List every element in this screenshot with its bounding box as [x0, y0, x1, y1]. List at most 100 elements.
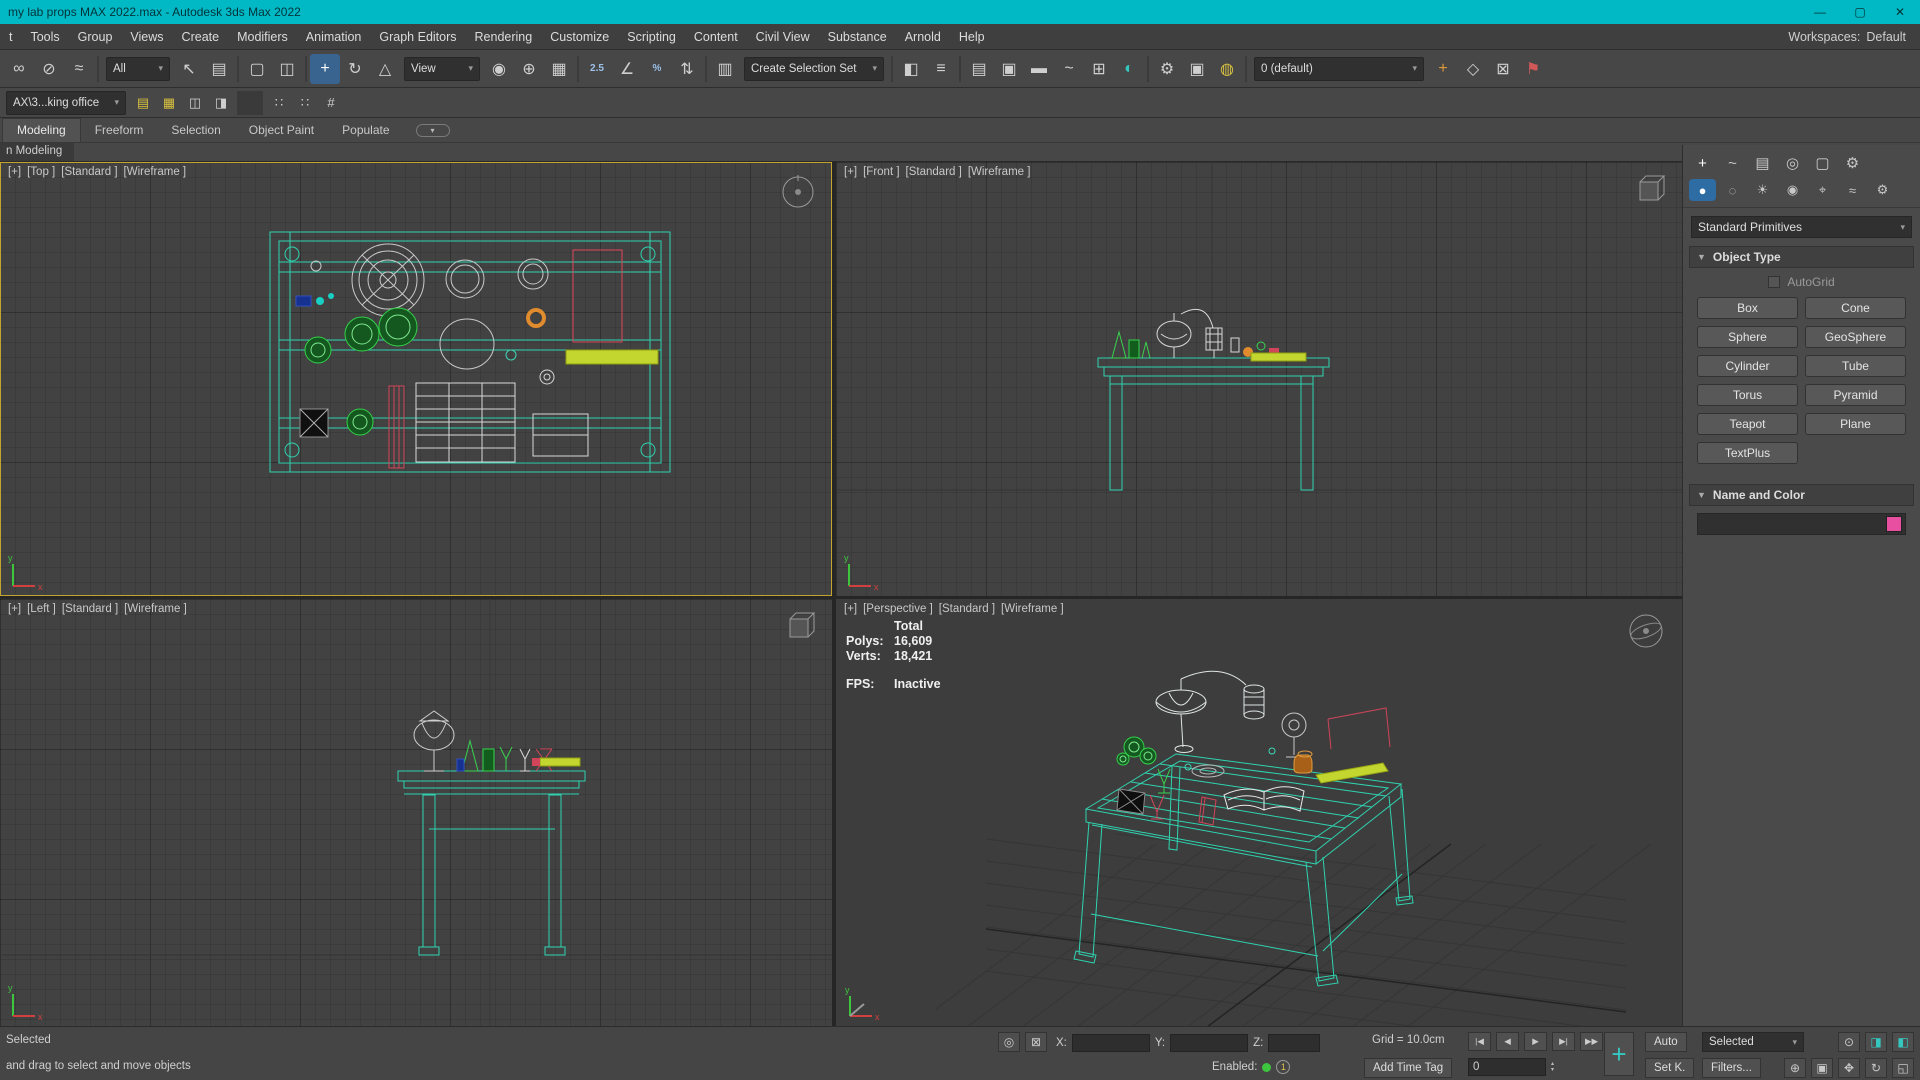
ribbon-tab-selection[interactable]: Selection [157, 119, 234, 142]
set-key-plus-button[interactable]: + [1604, 1032, 1634, 1076]
dot-grid-icon[interactable]: ∷ [292, 91, 318, 115]
menu-civil-view[interactable]: Civil View [747, 26, 819, 48]
teapot-button[interactable]: Teapot [1697, 413, 1798, 435]
selection-filter-dropdown[interactable]: All ▾ [106, 56, 170, 81]
select-by-name-icon[interactable]: ▤ [204, 54, 234, 84]
toolbar-separator[interactable] [1245, 55, 1247, 82]
play-button[interactable]: ▶ [1524, 1032, 1547, 1051]
mirror-icon[interactable]: ◧ [896, 54, 926, 84]
polygon-modeling-panel-tab[interactable]: n Modeling [0, 143, 75, 161]
spacewarps-category-icon[interactable]: ≈ [1839, 179, 1866, 201]
unlink-selection-icon[interactable]: ⊘ [34, 54, 64, 84]
ribbon-minimize-button[interactable]: ▾ [415, 124, 450, 137]
go-start-button[interactable]: |◀ [1468, 1032, 1491, 1051]
frame-spinner[interactable]: ▴ ▾ [1551, 1061, 1554, 1073]
isolate-selection-icon[interactable]: ◎ [998, 1032, 1020, 1052]
reference-coordsys-dropdown[interactable]: View ▾ [404, 56, 480, 81]
key-filters-button[interactable]: Filters... [1702, 1058, 1761, 1078]
cameras-category-icon[interactable]: ◉ [1779, 179, 1806, 201]
motion-tab-icon[interactable]: ◎ [1779, 151, 1806, 175]
render-production-icon[interactable]: ◍ [1212, 54, 1242, 84]
viewport-menu-plus[interactable]: [+] [844, 603, 857, 615]
zoom-icon[interactable]: ⊕ [1784, 1058, 1806, 1078]
geosphere-button[interactable]: GeoSphere [1805, 326, 1906, 348]
selection-set-dropdown[interactable]: Create Selection Set ▾ [744, 56, 884, 81]
schematic-view-icon[interactable]: ⊞ [1084, 54, 1114, 84]
maximize-viewport-icon[interactable]: ◱ [1892, 1058, 1914, 1078]
spinner-snap-icon[interactable]: ⇅ [672, 54, 702, 84]
orbit-icon[interactable]: ↻ [1865, 1058, 1887, 1078]
torus-button[interactable]: Torus [1697, 384, 1798, 406]
grid-points-icon[interactable]: ∷ [266, 91, 292, 115]
menu-substance[interactable]: Substance [819, 26, 896, 48]
object-name-field[interactable] [1697, 513, 1906, 535]
prev-frame-button[interactable]: ◀ [1496, 1032, 1519, 1051]
display-tab-icon[interactable]: ▢ [1809, 151, 1836, 175]
box-button[interactable]: Box [1697, 297, 1798, 319]
menu-rendering[interactable]: Rendering [466, 26, 542, 48]
viewport-menu-plus[interactable]: [+] [8, 603, 21, 615]
menu-arnold[interactable]: Arnold [896, 26, 950, 48]
systems-category-icon[interactable]: ⚙ [1869, 179, 1896, 201]
viewport-menu-style[interactable]: [Wireframe ] [124, 603, 187, 615]
plane-button[interactable]: Plane [1805, 413, 1906, 435]
cone-button[interactable]: Cone [1805, 297, 1906, 319]
menu-help[interactable]: Help [950, 26, 994, 48]
viewport-menu-pov[interactable]: [Left ] [27, 603, 56, 615]
key-mode-dropdown[interactable]: Selected ▾ [1702, 1032, 1804, 1052]
name-color-rollout-header[interactable]: ▼ Name and Color [1689, 484, 1914, 506]
menu-scripting[interactable]: Scripting [618, 26, 685, 48]
ribbon-tab-freeform[interactable]: Freeform [81, 119, 158, 142]
set-key-button[interactable]: Set K. [1645, 1058, 1695, 1078]
select-manipulate-icon[interactable]: ⊕ [514, 54, 544, 84]
cylinder-button[interactable]: Cylinder [1697, 355, 1798, 377]
open-scene-icon[interactable]: ▦ [156, 91, 182, 115]
angle-snap-icon[interactable]: ∠ [612, 54, 642, 84]
viewport-front[interactable]: [+] [Front ] [Standard ] [Wireframe ] y … [836, 162, 1682, 596]
menu-create[interactable]: Create [173, 26, 229, 48]
viewport-menu-pov[interactable]: [Top ] [27, 166, 55, 178]
toolbar-separator[interactable] [1147, 55, 1149, 82]
menu-group[interactable]: Group [69, 26, 122, 48]
isolate-toggle-icon[interactable]: ◇ [1458, 54, 1488, 84]
select-rotate-icon[interactable]: ↻ [340, 54, 370, 84]
toolbar-separator[interactable] [305, 55, 307, 82]
menu-animation[interactable]: Animation [297, 26, 371, 48]
toolbar-separator[interactable] [237, 55, 239, 82]
flag-icon[interactable]: ⚑ [1518, 54, 1548, 84]
render-setup-icon[interactable]: ⚙ [1152, 54, 1182, 84]
menu-content[interactable]: Content [685, 26, 747, 48]
toolbar-separator[interactable] [959, 55, 961, 82]
viewport-menu-shading[interactable]: [Standard ] [61, 166, 117, 178]
viewcube-gyroscope[interactable] [1624, 609, 1668, 653]
auto-key-button[interactable]: Auto [1645, 1032, 1687, 1052]
save-scene-icon[interactable]: ▤ [130, 91, 156, 115]
viewport-menu-style[interactable]: [Wireframe ] [1001, 603, 1064, 615]
snaps-grid-icon[interactable]: # [318, 91, 344, 115]
shapes-category-icon[interactable]: ◌ [1719, 179, 1746, 201]
menu-graph-editors[interactable]: Graph Editors [370, 26, 465, 48]
toolbar-separator[interactable] [97, 55, 99, 82]
curve-editor-icon[interactable]: ~ [1054, 54, 1084, 84]
toolbar-separator[interactable] [705, 55, 707, 82]
viewcube-compass[interactable] [778, 172, 818, 212]
lock-selection-icon[interactable]: ⊠ [1488, 54, 1518, 84]
tube-button[interactable]: Tube [1805, 355, 1906, 377]
viewcube[interactable] [782, 609, 818, 645]
window-close-button[interactable]: ✕ [1880, 0, 1920, 24]
named-selection-sets-icon[interactable]: ▥ [710, 54, 740, 84]
z-coordinate-field[interactable] [1268, 1034, 1321, 1052]
lights-category-icon[interactable]: ☀ [1749, 179, 1776, 201]
viewport-menu-shading[interactable]: [Standard ] [906, 166, 962, 178]
snap-toggle-icon[interactable]: 2.5 [582, 54, 612, 84]
object-type-rollout-header[interactable]: ▼ Object Type [1689, 246, 1914, 268]
selection-lock-icon[interactable]: ⊠ [1025, 1032, 1047, 1052]
viewport-menu-shading[interactable]: [Standard ] [939, 603, 995, 615]
menu-customize[interactable]: Customize [541, 26, 618, 48]
textplus-button[interactable]: TextPlus [1697, 442, 1798, 464]
viewport-menu-plus[interactable]: [+] [8, 166, 21, 178]
viewport-cube-icon[interactable]: ◨ [1865, 1032, 1887, 1052]
viewport-left[interactable]: [+] [Left ] [Standard ] [Wireframe ] y x [0, 599, 832, 1026]
toolbar-separator[interactable] [237, 90, 263, 115]
viewport-menu-shading[interactable]: [Standard ] [62, 603, 118, 615]
